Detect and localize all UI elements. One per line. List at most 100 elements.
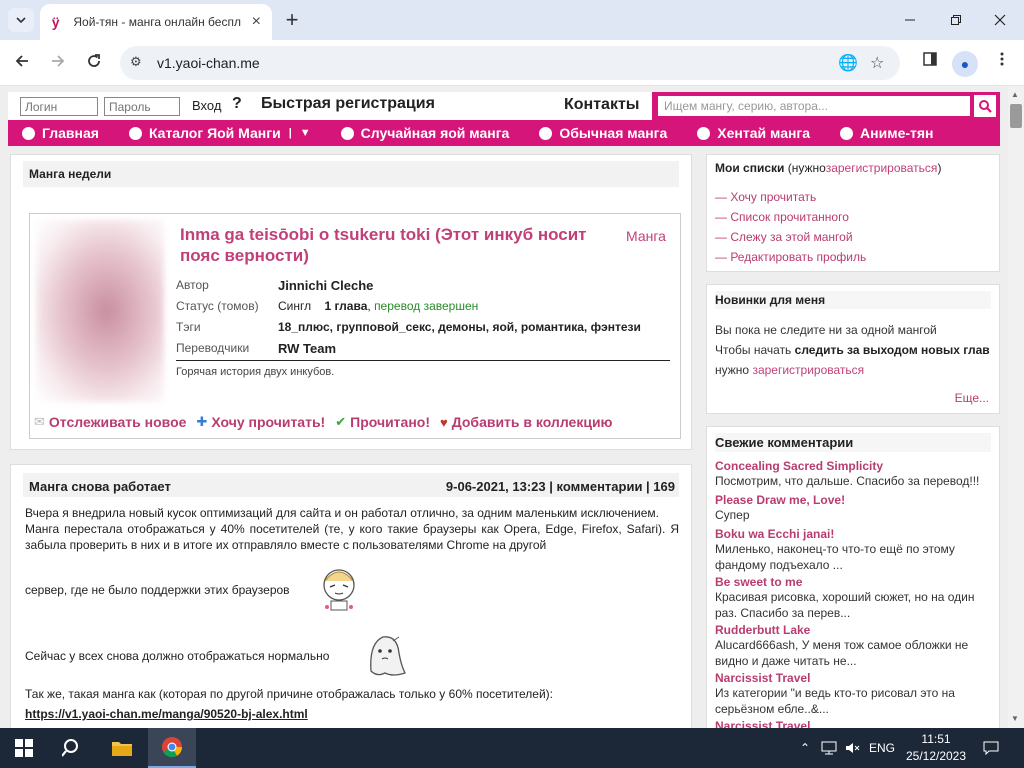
menu-item-random[interactable]: Случайная яой манга xyxy=(340,125,509,141)
my-lists-heading: Мои списки (нужнозарегистрироваться) xyxy=(715,161,941,175)
want-to-read-button[interactable]: ✚ Хочу прочитать! xyxy=(196,414,325,430)
new-for-me-heading: Новинки для меня xyxy=(715,291,991,309)
mark-read-button[interactable]: ✔ Прочитано! xyxy=(335,414,430,430)
back-button[interactable] xyxy=(8,50,36,76)
menu-item-home[interactable]: Главная xyxy=(22,125,99,141)
translate-icon[interactable]: 🌐 xyxy=(838,53,858,73)
quick-register-link[interactable]: Быстрая регистрация xyxy=(261,95,435,113)
manga-type[interactable]: Манга xyxy=(626,228,666,244)
person-icon: ● xyxy=(960,56,970,72)
notifications-button[interactable] xyxy=(980,728,1002,768)
news-line: Так же, такая манга как (которая по друг… xyxy=(25,687,553,701)
side-panel-icon xyxy=(923,52,937,66)
comment-manga-link[interactable]: Be sweet to me xyxy=(715,575,802,589)
bookmark-star-icon[interactable]: ☆ xyxy=(870,53,884,73)
minimize-button[interactable] xyxy=(888,6,932,34)
my-lists-note: (нужно xyxy=(787,161,826,175)
url-text[interactable]: v1.yaoi-chan.me xyxy=(157,55,260,71)
scroll-up-icon[interactable]: ▲ xyxy=(1011,90,1019,99)
profile-avatar[interactable]: ● xyxy=(952,51,978,77)
close-window-button[interactable] xyxy=(978,6,1022,34)
contacts-link[interactable]: Контакты xyxy=(564,96,639,114)
list-link-want[interactable]: — Хочу прочитать xyxy=(715,190,816,204)
taskbar-search-button[interactable] xyxy=(48,728,96,768)
site-favicon-icon: ÿ xyxy=(51,14,60,30)
network-icon[interactable] xyxy=(818,728,840,768)
menu-button[interactable] xyxy=(990,52,1014,74)
menu-item-hentai[interactable]: Хентай манга xyxy=(697,125,810,141)
author-link[interactable]: Jinnichi Cleche xyxy=(278,278,373,293)
site-info-icon[interactable]: ⚙ xyxy=(130,54,142,70)
login-button[interactable]: Вход xyxy=(192,98,221,113)
back-arrow-icon xyxy=(15,55,28,67)
language-indicator[interactable]: ENG xyxy=(866,728,898,768)
register-link[interactable]: зарегистрироваться xyxy=(826,161,938,175)
divider xyxy=(176,360,670,361)
tab-search-button[interactable] xyxy=(8,8,34,32)
reload-button[interactable] xyxy=(80,50,108,76)
volume-icon[interactable] xyxy=(842,728,864,768)
manga-of-week-panel: Манга недели Inma ga teisōobi o tsukeru … xyxy=(10,154,692,450)
comment-manga-link[interactable]: Narcissist Travel xyxy=(715,671,810,685)
comment-text: Миленько, наконец-то что-то ещё по этому… xyxy=(715,542,955,572)
comment-manga-link[interactable]: Narcissist Travel xyxy=(715,719,810,728)
forward-button[interactable] xyxy=(44,50,72,76)
new-tab-button[interactable]: + xyxy=(280,6,304,34)
list-link-edit-profile[interactable]: — Редактировать профиль xyxy=(715,250,866,264)
tray-overflow-icon[interactable]: ⌃ xyxy=(796,728,814,768)
scrollbar-thumb[interactable] xyxy=(1010,104,1022,128)
bullet-icon xyxy=(22,126,35,140)
restore-button[interactable] xyxy=(934,6,978,34)
taskbar-clock[interactable]: 11:51 25/12/2023 xyxy=(896,731,976,765)
translators-link[interactable]: RW Team xyxy=(278,341,336,356)
site-search-button[interactable] xyxy=(974,95,996,117)
password-input[interactable] xyxy=(104,97,180,116)
comment-manga-link[interactable]: Concealing Sacred Simplicity xyxy=(715,459,883,473)
plus-icon: ✚ xyxy=(196,414,208,429)
tab-close-icon[interactable]: × xyxy=(249,13,264,31)
status-single: Сингл xyxy=(278,299,312,313)
comment-manga-link[interactable]: Rudderbutt Lake xyxy=(715,623,810,637)
list-link-read[interactable]: — Список прочитанного xyxy=(715,210,849,224)
comment-manga-link[interactable]: Please Draw me, Love! xyxy=(715,493,845,507)
file-explorer-button[interactable] xyxy=(98,728,146,768)
scroll-down-icon[interactable]: ▼ xyxy=(1011,714,1019,723)
network-icon-svg xyxy=(821,741,837,755)
folder-icon xyxy=(112,742,132,756)
author-label: Автор xyxy=(176,278,209,292)
manga-cover-image[interactable] xyxy=(36,220,164,402)
status-label: Статус (томов) xyxy=(176,299,259,313)
start-button[interactable] xyxy=(0,728,48,768)
register-link[interactable]: зарегистрироваться xyxy=(752,363,864,377)
side-panel-button[interactable] xyxy=(918,52,942,74)
new-for-me-text: Вы пока не следите ни за одной мангой xyxy=(715,323,937,337)
browser-tab[interactable]: ÿ Яой-тян - манга онлайн беспл × xyxy=(40,4,272,40)
site-search-input[interactable]: Ищем мангу, серию, автора... xyxy=(658,96,970,116)
help-link[interactable]: ? xyxy=(232,95,242,113)
more-link[interactable]: Еще... xyxy=(955,391,989,405)
news-meta[interactable]: 9-06-2021, 13:23 | комментарии | 169 xyxy=(446,479,675,494)
manga-actions: ✉ Отслеживать новое ✚ Хочу прочитать! ✔ Про… xyxy=(34,414,623,430)
menu-item-regular[interactable]: Обычная манга xyxy=(539,125,667,141)
list-link-following[interactable]: — Слежу за этой мангой xyxy=(715,230,853,244)
menu-item-catalog[interactable]: Каталог Яой Манги | ▼ xyxy=(128,125,311,141)
menu-divider: | xyxy=(288,127,292,139)
manga-title-link[interactable]: Inma ga teisōobi o tsukeru toki (Этот ин… xyxy=(180,224,620,266)
manga-card: Inma ga teisōobi o tsukeru toki (Этот ин… xyxy=(29,213,681,439)
tags-list[interactable]: 18_плюс, групповой_секс, демоны, яой, ро… xyxy=(278,320,641,334)
track-new-button[interactable]: ✉ Отслеживать новое xyxy=(34,414,186,430)
status-chapters: 1 глава xyxy=(324,299,368,313)
add-to-collection-button[interactable]: ♥ Добавить в коллекцию xyxy=(440,414,613,430)
manga-of-week-heading: Манга недели xyxy=(23,161,679,187)
bullet-icon xyxy=(697,126,711,140)
page-scrollbar[interactable]: ▲ ▼ xyxy=(1008,86,1024,728)
comment-manga-link[interactable]: Boku wa Ecchi janai! xyxy=(715,527,834,541)
caret-down-icon[interactable]: ▼ xyxy=(300,127,311,139)
status-value: Сингл 1 глава, перевод завершен xyxy=(278,299,478,313)
news-manga-link[interactable]: https://v1.yaoi-chan.me/manga/90520-bj-a… xyxy=(25,707,308,721)
main-menu: Главная Каталог Яой Манги | ▼ Случайная яо… xyxy=(8,120,1000,146)
menu-item-anime[interactable]: Аниме-тян xyxy=(840,125,934,141)
chrome-taskbar-button[interactable] xyxy=(148,728,196,768)
address-bar[interactable]: ⚙ v1.yaoi-chan.me 🌐 ☆ xyxy=(120,46,900,80)
login-input[interactable] xyxy=(20,97,98,116)
